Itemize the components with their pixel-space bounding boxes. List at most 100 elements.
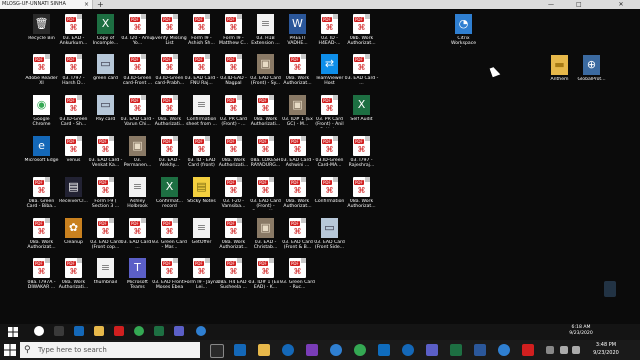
teamviewer-icon[interactable] [330, 344, 342, 356]
remote-citrix-icon[interactable] [196, 326, 206, 336]
desktop-icon[interactable]: X Self Audit [346, 95, 377, 137]
desktop-icon[interactable]: ▣ 03. EAD - Christab... [250, 218, 281, 260]
desktop-icon[interactable]: X Confirmat... record [154, 177, 185, 219]
desktop-icon[interactable]: ⌘ 08a. Work Authorizati... [154, 95, 185, 137]
desktop-icon[interactable]: ▣ 03. EAD Card (Front) - Sy... [250, 54, 281, 96]
desktop-icon[interactable]: ⌘ Adobe Reader XI [25, 54, 58, 96]
taskview-icon[interactable] [210, 344, 224, 358]
desktop-icon[interactable]: ⌘ 08b. Work Authorizat... [346, 14, 377, 56]
desktop-icon[interactable]: ⌘ Form I9 - Ashish Sh... [186, 14, 217, 56]
desktop-icon[interactable]: ◔ Citrix Workspace App [448, 14, 479, 56]
desktop-icon[interactable]: ≡ GetOffer [186, 218, 217, 260]
desktop-icon[interactable]: ⌘ 03.ID-Green Card - Sh... [58, 95, 89, 137]
desktop-icon[interactable]: ⌘ 08a. Green Card - Biba... [26, 177, 57, 219]
desktop-icon[interactable]: ▭ 03. EAD Card (Front Side... [314, 218, 345, 260]
desktop-icon[interactable]: ▭ Pay card [90, 95, 121, 137]
desktop-icon[interactable]: ⌘ 08a. Work Authorizat... [282, 177, 313, 219]
excel-icon[interactable] [450, 344, 462, 356]
desktop-icon[interactable]: ▣ 03. Permanen... [122, 136, 153, 178]
desktop-icon[interactable]: ⌘ Form I9 - Matthew C... [218, 14, 249, 56]
remote-taskview-icon[interactable] [54, 326, 64, 336]
edge-icon[interactable] [234, 344, 246, 356]
remote-edge-icon[interactable] [74, 326, 84, 336]
word-icon[interactable] [474, 344, 486, 356]
desktop-icon[interactable]: ⌘ 03. I20 - Amuj Yo... [121, 14, 154, 56]
desktop-icon[interactable]: ⌘ 03. EAD - Ankurkum... [58, 14, 89, 56]
desktop-icon[interactable]: ⌘ 08a. Work Authorizat... [282, 54, 313, 96]
desktop-icon[interactable]: ⌘ 03. EAD Card - ... [345, 54, 378, 96]
chrome-icon[interactable] [354, 344, 366, 356]
desktop-icon[interactable]: ⌘ Form I-9 ( Section 3 ... [90, 177, 121, 219]
desktop-icon[interactable]: ▣ 03. ID# 1 (Ex GC) - M... [282, 95, 313, 137]
desktop-icon[interactable]: ⌘ 03.ID-Green card-Front ... [122, 54, 153, 96]
desktop-icon[interactable]: T Microsoft Teams [122, 258, 153, 300]
desktop-icon[interactable]: ⌘ 03. EAD Card (Front & B... [282, 218, 313, 260]
desktop-icon[interactable]: ≡ Confirmation sheet from ... [186, 95, 217, 137]
desktop-icon[interactable]: ⌘ 03. I-20 - Vamsiba... [218, 177, 249, 219]
app-icon[interactable] [282, 344, 294, 356]
taskbar-search-box[interactable]: ⚲ Type here to search [20, 342, 200, 358]
side-panel-handle[interactable] [604, 281, 616, 297]
desktop-icon[interactable]: ⌘ 03. Green Card - Mar... [152, 218, 187, 260]
remote-explorer-icon[interactable] [94, 326, 104, 336]
desktop-icon[interactable]: ⌘ 03.ID-Green Card-MA... [314, 136, 345, 178]
desktop-icon[interactable]: ▭ green card [90, 54, 121, 96]
desktop-icon[interactable]: ⌘ 03. PR Card (Front) - Anil Pakhri... [314, 95, 345, 137]
desktop-icon[interactable]: 🗑 Recycle Bin [26, 14, 57, 56]
desktop-icon[interactable]: ⌘ 03. ID# 1 (Ex - EAD) - K... [249, 258, 282, 300]
desktop-icon[interactable]: ⌘ 08a. H4 EAD - Susheela ... [217, 258, 250, 300]
desktop-icon[interactable]: ⌘ 08a. Work Authorizat... [26, 218, 57, 260]
desktop-icon[interactable]: ⌘ 03. ID -H4EAD-... [314, 14, 345, 56]
desktop-icon[interactable]: ✿ Cleanup [58, 218, 89, 260]
desktop-icon[interactable]: e Microsoft Edge [25, 136, 58, 178]
desktop-icon[interactable]: ≡ Ashley Holbrook [122, 177, 153, 219]
start-icon[interactable] [4, 344, 16, 356]
ie-icon[interactable] [402, 344, 414, 356]
desktop-icon[interactable]: ⌘ 08a. LOKESH RAYADURG... [250, 136, 281, 178]
desktop-icon[interactable]: ⌘ venus [58, 136, 89, 178]
citrix-icon[interactable] [498, 344, 510, 356]
desktop-icon[interactable]: ▤ ReceiverCl... [58, 177, 89, 219]
desktop-icon[interactable]: ⌘ 03. EAD Card (Front cop... [90, 218, 121, 260]
desktop-icon[interactable]: ⇄ TeamViewer Host [314, 54, 345, 96]
desktop-icon[interactable]: ⌘ 03. EAD Card (Front) - Sravya Ye... [250, 177, 281, 219]
desktop-icon[interactable]: ⌘ 03. EAD Front - Moses Ebea [152, 258, 187, 300]
desktop-icon[interactable]: ⌘ 03. ID - EAD Card (front) [186, 136, 217, 178]
maximize-button[interactable]: □ [576, 0, 582, 9]
desktop-icon[interactable]: ⌘ 03. EAD Card - Varun Chi... [121, 95, 154, 137]
desktop-icon[interactable]: ⌘ 08a. Work Authorizati... [250, 95, 281, 137]
remote-acrobat-icon[interactable] [114, 326, 124, 336]
desktop-icon[interactable]: ⌘ 03. I797 - Harsh D... [58, 54, 89, 96]
network-icon[interactable] [560, 346, 568, 354]
store-icon[interactable] [378, 344, 390, 356]
remote-teams-icon[interactable] [174, 326, 184, 336]
desktop-icon[interactable]: ⌘ 03. EAD Card - ... [121, 218, 154, 260]
minimize-button[interactable]: — [548, 0, 554, 9]
desktop-icon[interactable]: ⌘ 03. EAD Card - Ashwini ... [281, 136, 314, 178]
desktop-icon[interactable]: W PREETI VADHE... [282, 14, 313, 56]
close-button[interactable]: ✕ [602, 0, 640, 9]
desktop-icon[interactable]: ⌘ 08a. Work Authorizati... [58, 258, 89, 300]
desktop-icon[interactable]: ⌘ 03. EAD - Alekhy... [154, 136, 185, 178]
desktop-icon[interactable]: X Copy of Incomple... [90, 14, 121, 56]
desktop-icon[interactable]: ⌘ 08a. Work Authorizat... [218, 218, 249, 260]
desktop-icon[interactable]: ⌘ 03. EAD Card - Venkat Ka... [89, 136, 122, 178]
desktop-icon[interactable]: ⌘ 08a. Work Authorizati... [218, 136, 249, 178]
desktop-icon[interactable]: ⌘ 08a. I797A - DIWAKAR ... [26, 258, 57, 300]
teams-icon[interactable] [426, 344, 438, 356]
remote-chrome-icon[interactable] [134, 326, 144, 336]
desktop-icon[interactable]: ⌘ 08a. Work Authorizat... [346, 177, 377, 219]
tray-overflow-icon[interactable] [546, 346, 554, 354]
desktop-icon[interactable]: ⊕ GlobalProt... [576, 55, 607, 97]
desktop-icon[interactable]: ⌘ Confirmation [314, 177, 345, 219]
desktop-icon[interactable]: ⌘ 03. PR Card (Front) - ... [218, 95, 249, 137]
browser-tab[interactable]: MLOSG-UF-UNNATI SINHA × [0, 0, 93, 9]
desktop-icon[interactable]: ▬ Anthem [544, 55, 575, 97]
tab-close-icon[interactable]: × [84, 0, 89, 9]
remote-start-icon[interactable] [8, 327, 18, 337]
explorer-icon[interactable] [258, 344, 270, 356]
desktop-icon[interactable]: ⌘ 03.ID-EAD - Nagpal [218, 54, 249, 96]
desktop-icon[interactable]: ⌘ Everify Missing List [152, 14, 187, 56]
desktop-icon[interactable]: ▤ Sticky Notes [186, 177, 217, 219]
new-tab-button[interactable]: + [97, 0, 104, 9]
